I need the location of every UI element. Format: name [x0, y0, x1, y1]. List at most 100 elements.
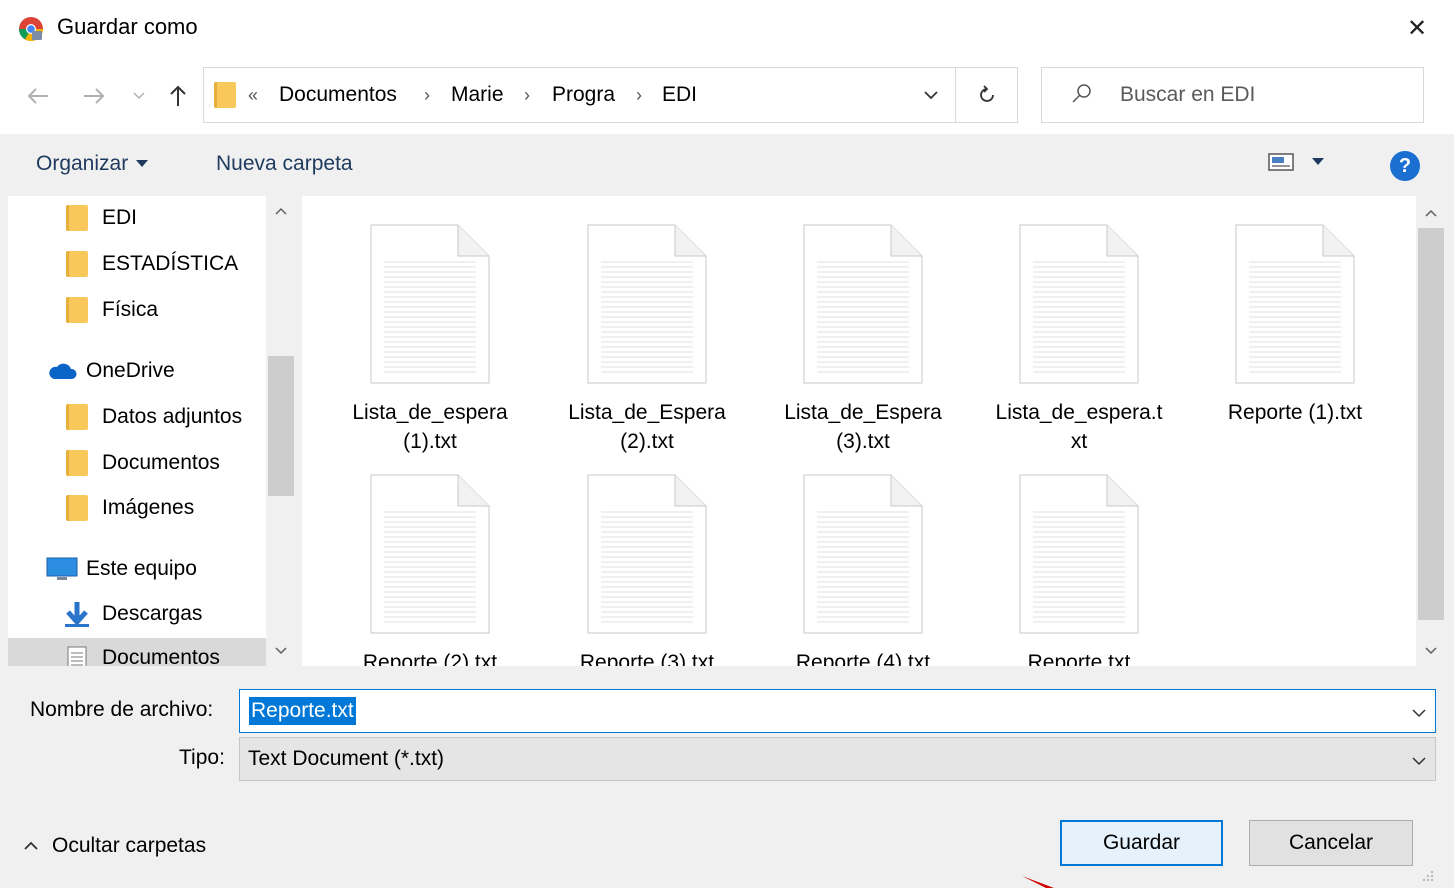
scroll-down-arrow[interactable] [268, 640, 294, 662]
search-placeholder: Buscar en EDI [1120, 83, 1256, 106]
scroll-down-arrow[interactable] [1418, 640, 1444, 662]
sidebar-item-edi[interactable]: EDI [66, 198, 137, 238]
folder-icon [66, 404, 88, 430]
filename-input[interactable]: Reporte.txt [239, 689, 1436, 733]
folder-icon [66, 251, 88, 277]
chrome-icon [18, 16, 44, 42]
resize-grip-icon[interactable] [1416, 866, 1436, 886]
breadcrumb-documentos[interactable]: Documentos [279, 83, 397, 107]
text-document-icon [1019, 224, 1139, 384]
file-name-line: Lista_de_espera [352, 401, 508, 424]
folder-icon [66, 297, 88, 323]
sidebar-item-documentos-onedrive[interactable]: Documentos [66, 443, 220, 483]
sidebar-item-fisica[interactable]: Física [66, 290, 158, 330]
navigation-pane-scrollbar[interactable] [266, 196, 296, 666]
breadcrumb-separator[interactable]: › [424, 85, 430, 106]
sidebar-item-descargas[interactable]: Descargas [62, 594, 202, 634]
scrollbar-thumb[interactable] [268, 356, 294, 496]
type-label: Tipo: [179, 746, 225, 769]
chevron-down-icon [1411, 748, 1427, 772]
refresh-button[interactable] [955, 67, 1018, 123]
breadcrumb-marie[interactable]: Marie [451, 83, 504, 107]
change-view-button[interactable] [1268, 151, 1324, 173]
back-button[interactable] [20, 78, 56, 114]
file-type-select[interactable]: Text Document (*.txt) [239, 737, 1436, 781]
chevron-down-icon [133, 92, 145, 100]
navigation-bar: « Documentos › Marie › Progra › EDI Busc… [0, 56, 1454, 134]
new-folder-button[interactable]: Nueva carpeta [216, 152, 353, 176]
sidebar-item-label: Documentos [102, 451, 220, 474]
address-dropdown-button[interactable] [906, 67, 956, 123]
file-name-line: Lista_de_Espera [784, 401, 942, 424]
address-bar[interactable]: « Documentos › Marie › Progra › EDI [203, 67, 955, 123]
chevron-down-icon [923, 91, 938, 100]
computer-icon [46, 556, 78, 582]
breadcrumb-progra[interactable]: Progra [552, 83, 615, 107]
sidebar-item-documentos[interactable]: Documentos [8, 638, 266, 666]
scroll-up-arrow[interactable] [268, 200, 294, 222]
chevron-up-icon [1425, 209, 1437, 217]
folder-icon [214, 82, 236, 108]
file-item[interactable]: Reporte (2).txt [330, 474, 530, 666]
window-title: Guardar como [57, 14, 198, 39]
file-name-line: Reporte.txt [1027, 651, 1131, 666]
cancel-button[interactable]: Cancelar [1249, 820, 1413, 866]
sidebar-item-datos-adjuntos[interactable]: Datos adjuntos [66, 397, 242, 437]
folder-icon [66, 205, 88, 231]
forward-button[interactable] [76, 78, 112, 114]
file-item[interactable]: Reporte.txt [979, 474, 1179, 666]
chevron-up-icon [24, 841, 38, 850]
file-item[interactable]: Lista_de_Espera (2).txt [547, 224, 747, 456]
file-item[interactable]: Reporte (3).txt [547, 474, 747, 666]
sidebar-item-este-equipo[interactable]: Este equipo [46, 549, 197, 589]
file-list-scrollbar[interactable] [1416, 196, 1446, 666]
organize-button[interactable]: Organizar [36, 152, 149, 176]
file-item[interactable]: Reporte (4).txt [763, 474, 963, 666]
navigation-pane[interactable]: EDI ESTADÍSTICA Física OneDrive Datos ad… [8, 196, 266, 666]
file-item[interactable]: Lista_de_espera.t xt [979, 224, 1179, 456]
file-name-line: Reporte (4).txt [795, 651, 931, 666]
sidebar-item-imagenes[interactable]: Imágenes [66, 488, 194, 528]
search-box[interactable]: Buscar en EDI [1041, 67, 1424, 123]
text-document-icon [587, 224, 707, 384]
file-list[interactable]: Lista_de_espera (1).txt Lista_de_Espera (2… [302, 196, 1416, 666]
onedrive-cloud-icon [46, 358, 78, 384]
breadcrumb-edi[interactable]: EDI [662, 83, 697, 107]
sidebar-item-estadistica[interactable]: ESTADÍSTICA [66, 244, 238, 284]
download-arrow-icon [62, 601, 92, 627]
text-document-icon [1235, 224, 1355, 384]
file-name-line: Lista_de_espera.t [995, 401, 1163, 424]
file-name-line: Reporte (2).txt [362, 651, 498, 666]
sidebar-item-label: Documentos [102, 646, 220, 666]
help-button[interactable]: ? [1390, 151, 1420, 181]
chevron-down-icon [1425, 647, 1437, 655]
breadcrumb-separator[interactable]: › [636, 85, 642, 106]
breadcrumb-separator[interactable]: › [524, 85, 530, 106]
dropdown-caret-icon [136, 160, 149, 167]
file-item[interactable]: Lista_de_Espera (3).txt [763, 224, 963, 456]
save-button[interactable]: Guardar [1060, 820, 1223, 866]
sidebar-item-label: Física [102, 298, 159, 321]
scroll-up-arrow[interactable] [1418, 202, 1444, 224]
overflow-chevron[interactable]: « [248, 85, 258, 106]
scrollbar-thumb[interactable] [1418, 228, 1444, 620]
command-toolbar: Organizar Nueva carpeta ? [0, 134, 1454, 196]
sidebar-item-onedrive[interactable]: OneDrive [46, 351, 175, 391]
filename-history-dropdown[interactable] [1411, 700, 1427, 724]
close-button[interactable]: ✕ [1394, 8, 1440, 48]
up-button[interactable] [160, 78, 196, 114]
text-document-icon [803, 224, 923, 384]
sidebar-item-label: EDI [102, 206, 138, 229]
chevron-up-icon [275, 207, 287, 215]
hide-folders-button[interactable]: Ocultar carpetas [24, 834, 206, 858]
help-icon: ? [1398, 154, 1412, 177]
file-item[interactable]: Lista_de_espera (1).txt [330, 224, 530, 456]
sidebar-item-label: Datos adjuntos [102, 405, 243, 428]
recent-locations-button[interactable] [124, 78, 154, 114]
file-item[interactable]: Reporte (1).txt [1195, 224, 1395, 427]
dropdown-caret-icon [1312, 158, 1324, 165]
sidebar-item-label: OneDrive [86, 359, 175, 382]
filename-value[interactable]: Reporte.txt [249, 697, 356, 725]
sidebar-item-label: Descargas [102, 602, 203, 625]
file-type-value: Text Document (*.txt) [248, 747, 445, 770]
